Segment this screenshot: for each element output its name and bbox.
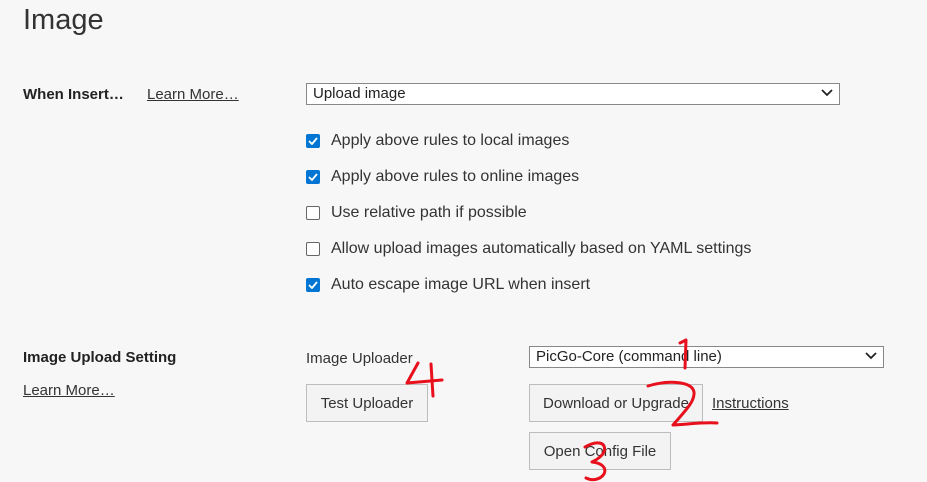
image-uploader-label: Image Uploader xyxy=(306,350,413,367)
option-label: Allow upload images automatically based … xyxy=(331,240,752,257)
when-insert-label: When Insert… xyxy=(23,86,124,103)
when-insert-learn-more-link[interactable]: Learn More… xyxy=(147,86,239,103)
image-uploader-select-value: PicGo-Core (command line) xyxy=(536,348,722,365)
upload-setting-label: Image Upload Setting xyxy=(23,349,177,366)
instructions-link[interactable]: Instructions xyxy=(712,395,789,412)
option-online-images[interactable]: Apply above rules to online images xyxy=(306,166,751,188)
upload-setting-learn-more-link[interactable]: Learn More… xyxy=(23,382,115,399)
chevron-down-icon xyxy=(821,89,833,97)
option-local-images[interactable]: Apply above rules to local images xyxy=(306,130,751,152)
when-insert-select-value: Upload image xyxy=(313,85,406,102)
option-relative-path[interactable]: Use relative path if possible xyxy=(306,202,751,224)
checkbox-checked-icon[interactable] xyxy=(306,170,320,184)
option-label: Apply above rules to local images xyxy=(331,132,570,149)
image-uploader-select[interactable]: PicGo-Core (command line) xyxy=(529,346,884,368)
open-config-file-button[interactable]: Open Config File xyxy=(529,432,671,470)
download-upgrade-button[interactable]: Download or Upgrade xyxy=(529,384,703,422)
page-title: Image xyxy=(23,4,104,36)
option-yaml-upload[interactable]: Allow upload images automatically based … xyxy=(306,238,751,260)
checkbox-unchecked-icon[interactable] xyxy=(306,206,320,220)
checkbox-unchecked-icon[interactable] xyxy=(306,242,320,256)
when-insert-options: Apply above rules to local images Apply … xyxy=(306,130,751,296)
when-insert-select[interactable]: Upload image xyxy=(306,83,840,105)
test-uploader-button[interactable]: Test Uploader xyxy=(306,384,428,422)
chevron-down-icon xyxy=(865,352,877,360)
option-label: Auto escape image URL when insert xyxy=(331,276,591,293)
checkbox-checked-icon[interactable] xyxy=(306,278,320,292)
option-auto-escape[interactable]: Auto escape image URL when insert xyxy=(306,274,751,296)
option-label: Use relative path if possible xyxy=(331,204,527,221)
option-label: Apply above rules to online images xyxy=(331,168,580,185)
checkbox-checked-icon[interactable] xyxy=(306,134,320,148)
